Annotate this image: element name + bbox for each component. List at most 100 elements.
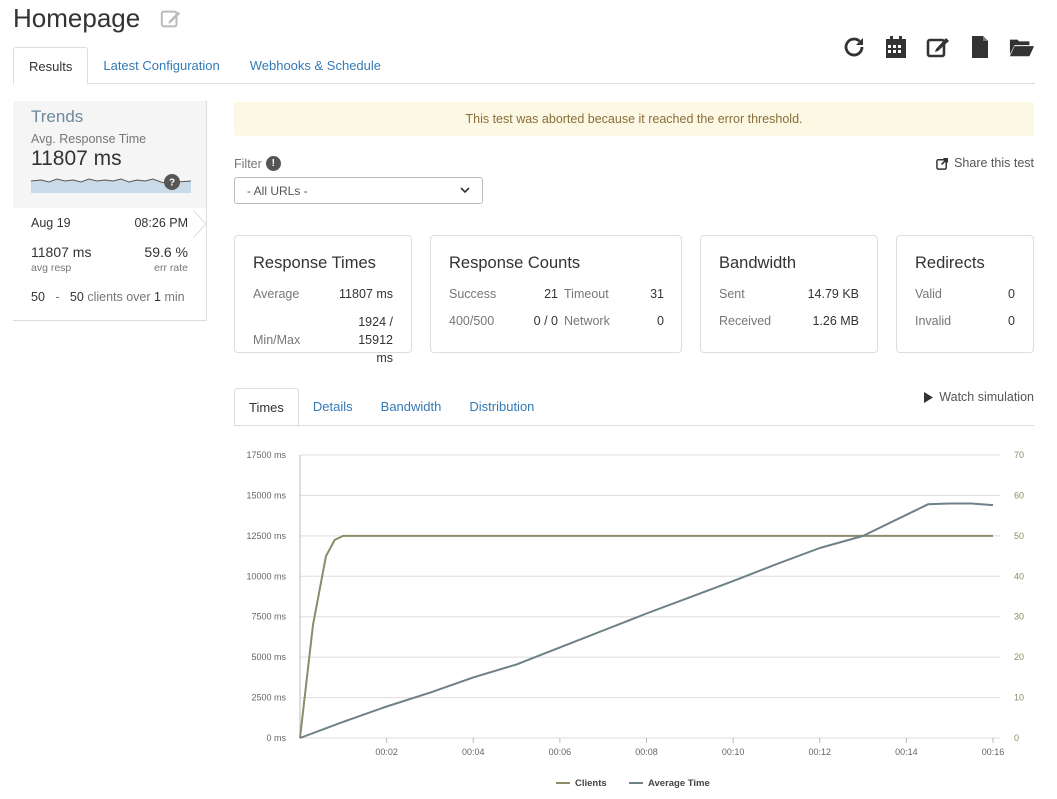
response-times-card: Response Times Average 11807 ms Min/Max … — [234, 235, 412, 365]
sparkline-marker-label: ? — [169, 178, 175, 189]
trends-panel: Trends Avg. Response Time 11807 ms ? Aug… — [13, 101, 207, 321]
trends-heading: Trends — [31, 107, 84, 126]
avg-resp-value: 11807 ms — [31, 244, 92, 260]
y-left-tick-label: 12500 ms — [246, 531, 286, 541]
card-title: Response Counts — [449, 254, 581, 272]
play-icon — [924, 391, 934, 403]
y-right-tick-label: 0 — [1014, 733, 1019, 743]
card-title: Bandwidth — [719, 254, 797, 272]
info-icon[interactable]: ! — [265, 156, 281, 171]
success-value: 21 — [544, 287, 558, 301]
metric-label: Avg. Response Time — [31, 132, 147, 146]
y-right-tick-label: 10 — [1014, 693, 1024, 703]
err-rate-value: 59.6 % — [144, 244, 188, 260]
share-icon — [936, 157, 949, 170]
selected-run-arrow — [193, 210, 207, 238]
average-time-series-line — [299, 502, 994, 739]
clients-duration: 1 — [154, 290, 161, 304]
bandwidth-card: Bandwidth Sent 14.79 KB Received 1.26 MB — [700, 235, 878, 353]
watch-simulation-label: Watch simulation — [939, 390, 1034, 404]
y-right-tick-label: 60 — [1014, 490, 1024, 500]
tab-times[interactable]: Times — [234, 388, 299, 427]
average-value: 11807 ms — [339, 287, 393, 301]
y-left-tick-label: 15000 ms — [246, 490, 286, 500]
x-tick-label: 00:02 — [375, 747, 398, 757]
minmax-label: Min/Max — [253, 333, 301, 347]
x-tick-label: 00:12 — [808, 747, 831, 757]
filter-label: Filter ! — [234, 156, 281, 171]
url-filter-value: - All URLs - — [247, 183, 308, 198]
response-counts-card: Response Counts Success 21 Timeout 31 40… — [430, 235, 682, 353]
watch-simulation-link[interactable]: Watch simulation — [924, 390, 1034, 404]
x-tick-label: 00:16 — [982, 747, 1005, 757]
run-time: 08:26 PM — [134, 216, 188, 230]
x-tick-label: 00:06 — [549, 747, 572, 757]
trend-sparkline[interactable]: ? — [30, 173, 192, 193]
card-title: Redirects — [915, 254, 985, 272]
valid-label: Valid — [915, 287, 942, 301]
minmax-value-line2: ms — [376, 351, 393, 365]
redirects-card: Redirects Valid 0 Invalid 0 — [896, 235, 1034, 353]
y-right-tick-label: 70 — [1014, 450, 1024, 460]
clients-separator: - — [55, 290, 60, 304]
clients-mid: clients over — [87, 290, 151, 304]
minmax-value: 1924 / 15912 ms — [320, 313, 393, 367]
y-left-tick-label: 17500 ms — [246, 450, 286, 460]
received-value: 1.26 MB — [812, 314, 859, 328]
response-times-chart: 0 ms 0 2500 ms 10 5000 ms 20 7500 ms 30 10000 ms… — [246, 450, 1024, 789]
y-left-tick-label: 10000 ms — [246, 571, 286, 581]
invalid-value: 0 — [1008, 314, 1015, 328]
abort-alert: This test was aborted because it reached… — [234, 102, 1034, 136]
clients-to: 50 — [69, 290, 84, 304]
x-tick-label: 00:04 — [462, 747, 485, 757]
tab-webhooks-schedule[interactable]: Webhooks & Schedule — [235, 47, 396, 84]
y-right-tick-label: 40 — [1014, 571, 1024, 581]
clients-from: 50 — [31, 290, 45, 304]
average-label: Average — [253, 287, 300, 301]
sent-label: Sent — [719, 287, 745, 301]
clients-series-line — [299, 534, 993, 739]
card-title: Response Times — [253, 254, 376, 272]
network-value: 0 — [657, 314, 664, 328]
x-tick-label: 00:10 — [722, 747, 745, 757]
y-right-tick-label: 50 — [1014, 531, 1024, 541]
http-error-value: 0 / 0 — [533, 314, 558, 328]
run-date: Aug 19 — [31, 216, 71, 230]
main-tabs: Results Latest Configuration Webhooks & … — [13, 47, 1035, 85]
page-title-text: Homepage — [13, 3, 141, 33]
timeout-label: Timeout — [564, 287, 609, 301]
x-tick-label: 00:14 — [895, 747, 918, 757]
tab-bandwidth[interactable]: Bandwidth — [367, 388, 456, 426]
http-error-label: 400/500 — [449, 314, 495, 328]
trends-summary: Trends Avg. Response Time 11807 ms ? — [13, 101, 206, 208]
tab-latest-configuration[interactable]: Latest Configuration — [88, 47, 234, 84]
y-left-tick-label: 2500 ms — [251, 693, 286, 703]
x-tick-label: 00:08 — [635, 747, 658, 757]
tab-details[interactable]: Details — [299, 388, 367, 426]
legend-average-time-label: Average Time — [648, 778, 710, 789]
share-label: Share this test — [954, 156, 1034, 170]
y-left-tick-label: 7500 ms — [251, 612, 286, 622]
y-right-tick-label: 30 — [1014, 612, 1024, 622]
timeout-value: 31 — [650, 287, 664, 301]
clients-unit: min — [164, 290, 185, 304]
filter-label-text: Filter — [234, 156, 262, 171]
success-label: Success — [449, 287, 497, 301]
chart-tabs: Times Details Bandwidth Distribution — [234, 388, 1034, 427]
received-label: Received — [719, 314, 772, 328]
page-title: Homepage — [13, 3, 182, 34]
minmax-value-line1: 1924 / 15912 — [358, 315, 393, 347]
valid-value: 0 — [1008, 287, 1015, 301]
network-label: Network — [564, 314, 610, 328]
url-filter-select[interactable]: - All URLs - — [234, 177, 483, 204]
y-right-tick-label: 20 — [1014, 652, 1024, 662]
tab-distribution[interactable]: Distribution — [455, 388, 548, 426]
sent-value: 14.79 KB — [807, 287, 859, 301]
avg-resp-label: avg resp — [31, 262, 72, 274]
metric-value: 11807 ms — [31, 147, 122, 170]
share-test-link[interactable]: Share this test — [936, 156, 1034, 170]
edit-title-icon[interactable] — [160, 8, 182, 30]
clients-summary: 50 - 50 clients over 1 min — [31, 290, 188, 304]
err-rate-label: err rate — [154, 262, 188, 274]
tab-results[interactable]: Results — [13, 47, 89, 85]
